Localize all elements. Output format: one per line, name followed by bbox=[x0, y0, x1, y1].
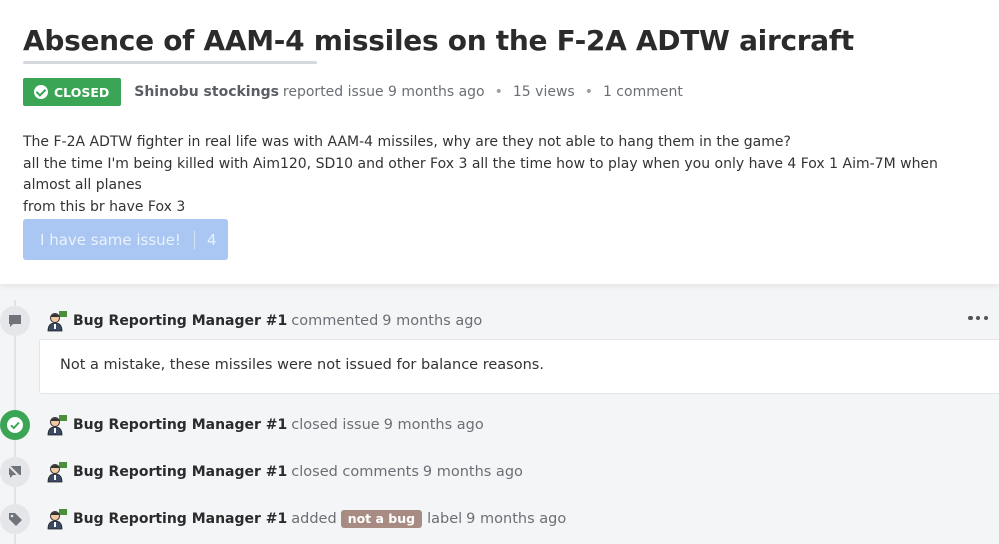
label-pill[interactable]: not a bug bbox=[340, 510, 423, 528]
author-link[interactable]: Shinobu stockings bbox=[134, 84, 279, 100]
comments-count[interactable]: 1 comment bbox=[603, 84, 683, 100]
check-circle-icon bbox=[34, 85, 48, 99]
event-action: closed comments bbox=[291, 464, 419, 480]
event-time: 9 months ago bbox=[383, 417, 484, 433]
event-action: commented bbox=[291, 313, 379, 329]
issue-card: Absence of AAM-4 missiles on the F-2A AD… bbox=[0, 0, 999, 284]
manager-avatar-icon bbox=[47, 311, 67, 332]
more-horizontal-icon[interactable] bbox=[968, 312, 988, 324]
event-action: closed issue bbox=[291, 417, 380, 433]
comment-text: Not a mistake, these missiles were not i… bbox=[60, 357, 544, 373]
event-user[interactable]: Bug Reporting Manager #1 bbox=[73, 464, 287, 480]
same-issue-button[interactable]: I have same issue! 4 bbox=[23, 219, 228, 260]
timeline-closed-comments-event: Bug Reporting Manager #1 closed comments… bbox=[46, 459, 523, 485]
manager-avatar-icon bbox=[47, 462, 67, 483]
event-action: added bbox=[291, 511, 337, 527]
label-suffix: label bbox=[427, 511, 463, 527]
meta-separator: • bbox=[584, 84, 593, 100]
same-issue-label: I have same issue! bbox=[40, 230, 181, 249]
event-time: 9 months ago bbox=[422, 464, 523, 480]
meta-separator: • bbox=[494, 84, 503, 100]
event-time: 9 months ago bbox=[466, 511, 567, 527]
timeline-label-event: Bug Reporting Manager #1 added not a bug… bbox=[46, 506, 566, 532]
check-circle-icon bbox=[0, 410, 30, 440]
button-divider bbox=[193, 230, 195, 249]
title-underline bbox=[23, 61, 317, 64]
commenter-name[interactable]: Bug Reporting Manager #1 bbox=[73, 313, 287, 329]
views-count: 15 views bbox=[512, 84, 575, 100]
same-issue-count: 4 bbox=[206, 230, 217, 249]
event-time: 9 months ago bbox=[382, 313, 483, 329]
status-badge: CLOSED bbox=[23, 78, 122, 106]
speech-bubble-icon bbox=[0, 306, 30, 336]
manager-avatar-icon bbox=[47, 415, 67, 436]
manager-avatar-icon bbox=[47, 509, 67, 530]
issue-body-line: all the time I'm being killed with Aim12… bbox=[23, 155, 938, 194]
status-label: CLOSED bbox=[54, 84, 110, 100]
issue-body-line: The F-2A ADTW fighter in real life was w… bbox=[23, 134, 791, 150]
comment-box: Not a mistake, these missiles were not i… bbox=[39, 339, 999, 394]
issue-title: Absence of AAM-4 missiles on the F-2A AD… bbox=[23, 24, 854, 57]
comment-off-icon bbox=[0, 457, 30, 487]
tag-icon bbox=[0, 504, 30, 534]
reported-text: reported issue 9 months ago bbox=[282, 84, 485, 100]
issue-meta: CLOSED Shinobu stockings reported issue … bbox=[23, 78, 683, 106]
timeline-closed-issue-event: Bug Reporting Manager #1 closed issue 9 … bbox=[46, 412, 484, 438]
event-user[interactable]: Bug Reporting Manager #1 bbox=[73, 511, 287, 527]
issue-body: The F-2A ADTW fighter in real life was w… bbox=[23, 132, 973, 218]
event-user[interactable]: Bug Reporting Manager #1 bbox=[73, 417, 287, 433]
timeline-comment-event: Bug Reporting Manager #1 commented 9 mon… bbox=[46, 308, 482, 334]
issue-body-line: from this br have Fox 3 bbox=[23, 198, 186, 215]
